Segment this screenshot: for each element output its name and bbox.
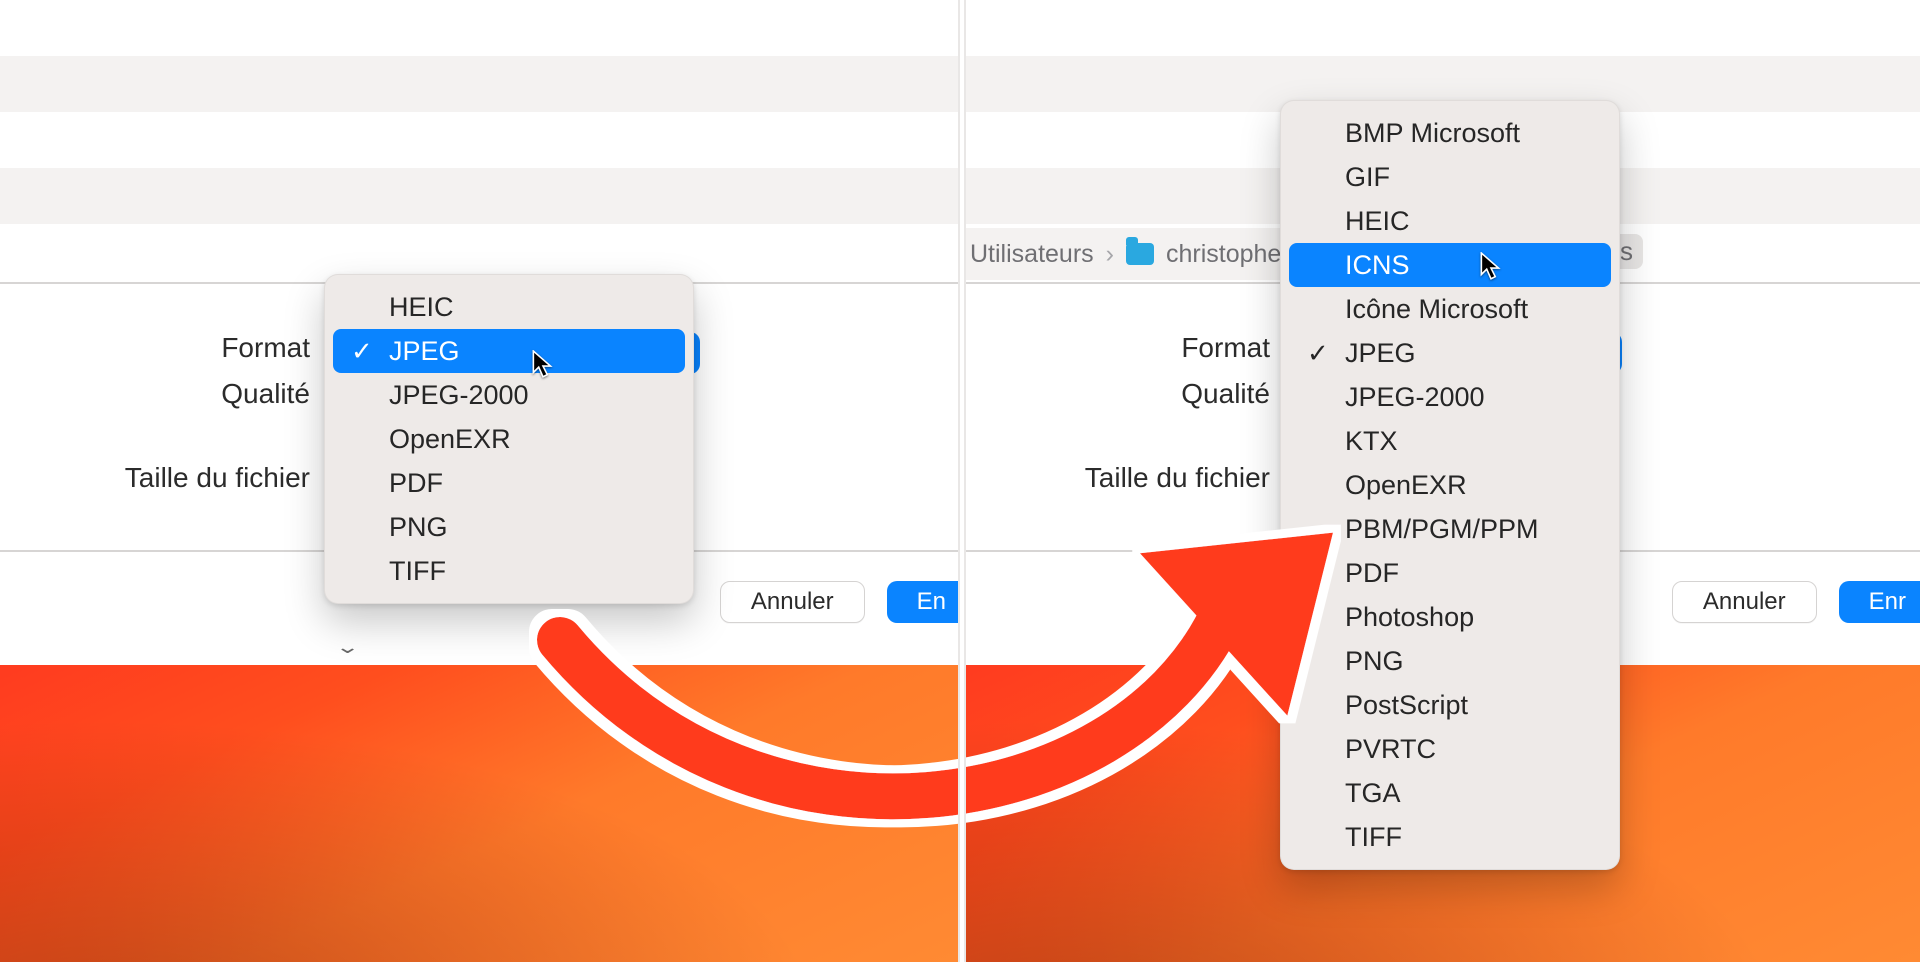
menu-item[interactable]: JPEG-2000 bbox=[1289, 375, 1611, 419]
menu-item[interactable]: OpenEXR bbox=[333, 417, 685, 461]
menu-item[interactable]: Icône Microsoft bbox=[1289, 287, 1611, 331]
breadcrumb: Utilisateurs › christophe bbox=[960, 228, 1291, 280]
menu-item-label: TIFF bbox=[1345, 822, 1402, 852]
menu-item[interactable]: OpenEXR bbox=[1289, 463, 1611, 507]
menu-item-label: Photoshop bbox=[1345, 602, 1474, 632]
label-quality: Qualité bbox=[960, 371, 1280, 417]
label-quality: Qualité bbox=[0, 371, 320, 417]
menu-item[interactable]: PNG bbox=[1289, 639, 1611, 683]
menu-item-label: PNG bbox=[389, 512, 448, 542]
menu-item[interactable]: TIFF bbox=[1289, 815, 1611, 859]
option-labels: Format Qualité Taille du fichier bbox=[960, 325, 1280, 501]
save-button-truncated[interactable]: En bbox=[887, 581, 960, 623]
menu-item-label: PNG bbox=[1345, 646, 1404, 676]
menu-item[interactable]: TIFF bbox=[333, 549, 685, 593]
chevron-down-icon[interactable]: ⌄ bbox=[335, 637, 360, 658]
menu-item[interactable]: PNG bbox=[333, 505, 685, 549]
menu-item-label: JPEG-2000 bbox=[389, 380, 529, 410]
save-button-truncated[interactable]: Enr bbox=[1839, 581, 1920, 623]
menu-item-label: PostScript bbox=[1345, 690, 1468, 720]
menu-item[interactable]: HEIC bbox=[333, 285, 685, 329]
checkmark-icon: ✓ bbox=[1307, 331, 1329, 375]
menu-item-label: Icône Microsoft bbox=[1345, 294, 1528, 324]
chevron-right-icon: › bbox=[1106, 240, 1114, 269]
checkmark-icon: ✓ bbox=[351, 329, 373, 373]
menu-item-label: OpenEXR bbox=[1345, 470, 1467, 500]
menu-item[interactable]: JPEG-2000 bbox=[333, 373, 685, 417]
format-menu-extended[interactable]: BMP Microsoft GIF HEIC ICNS Icône Microsoft ✓… bbox=[1280, 100, 1620, 870]
menu-item-label: KTX bbox=[1345, 426, 1398, 456]
label-format: Format bbox=[960, 325, 1280, 371]
menu-item-label: HEIC bbox=[389, 292, 454, 322]
menu-item-label: PBM/PGM/PPM bbox=[1345, 514, 1539, 544]
menu-item[interactable]: ICNS bbox=[1289, 243, 1611, 287]
menu-item[interactable]: PostScript bbox=[1289, 683, 1611, 727]
panel-divider bbox=[960, 0, 964, 962]
desktop-wallpaper bbox=[0, 665, 960, 962]
menu-item-label: ICNS bbox=[1345, 250, 1410, 280]
menu-item-label: GIF bbox=[1345, 162, 1390, 192]
menu-item[interactable]: PVRTC bbox=[1289, 727, 1611, 771]
menu-item-label: JPEG bbox=[389, 336, 460, 366]
menu-item[interactable]: PDF bbox=[333, 461, 685, 505]
comparison-stage: Format Qualité Taille du fichier Annuler… bbox=[0, 0, 1920, 962]
menu-item[interactable]: ✓ JPEG bbox=[333, 329, 685, 373]
label-filesize: Taille du fichier bbox=[0, 455, 320, 501]
label-format: Format bbox=[0, 325, 320, 371]
menu-item[interactable]: ✓ JPEG bbox=[1289, 331, 1611, 375]
menu-item-label: BMP Microsoft bbox=[1345, 118, 1520, 148]
label-filesize: Taille du fichier bbox=[960, 455, 1280, 501]
menu-item-label: PVRTC bbox=[1345, 734, 1436, 764]
menu-item-label: OpenEXR bbox=[389, 424, 511, 454]
panel-before: Format Qualité Taille du fichier Annuler… bbox=[0, 0, 960, 962]
panel-after: Utilisateurs › christophe s Format Quali… bbox=[960, 0, 1920, 962]
folder-icon bbox=[1126, 243, 1154, 265]
menu-item[interactable]: HEIC bbox=[1289, 199, 1611, 243]
menu-item[interactable]: GIF bbox=[1289, 155, 1611, 199]
cancel-button[interactable]: Annuler bbox=[720, 581, 865, 623]
cancel-button[interactable]: Annuler bbox=[1672, 581, 1817, 623]
breadcrumb-item[interactable]: Utilisateurs bbox=[970, 240, 1094, 269]
format-menu-short[interactable]: HEIC ✓ JPEG JPEG-2000 OpenEXR PDF PNG TIFF bbox=[324, 274, 694, 604]
menu-item-label: PDF bbox=[389, 468, 443, 498]
menu-item-label: HEIC bbox=[1345, 206, 1410, 236]
menu-item-label: TGA bbox=[1345, 778, 1401, 808]
menu-item[interactable]: PBM/PGM/PPM bbox=[1289, 507, 1611, 551]
menu-item-label: TIFF bbox=[389, 556, 446, 586]
menu-item[interactable]: KTX bbox=[1289, 419, 1611, 463]
breadcrumb-item[interactable]: christophe bbox=[1166, 240, 1281, 269]
menu-item[interactable]: TGA bbox=[1289, 771, 1611, 815]
option-labels: Format Qualité Taille du fichier bbox=[0, 325, 320, 501]
file-list-stripes bbox=[0, 0, 960, 280]
menu-item-label: PDF bbox=[1345, 558, 1399, 588]
menu-item[interactable]: BMP Microsoft bbox=[1289, 111, 1611, 155]
menu-item-label: JPEG-2000 bbox=[1345, 382, 1485, 412]
menu-item[interactable]: Photoshop bbox=[1289, 595, 1611, 639]
menu-item-label: JPEG bbox=[1345, 338, 1416, 368]
menu-item[interactable]: PDF bbox=[1289, 551, 1611, 595]
